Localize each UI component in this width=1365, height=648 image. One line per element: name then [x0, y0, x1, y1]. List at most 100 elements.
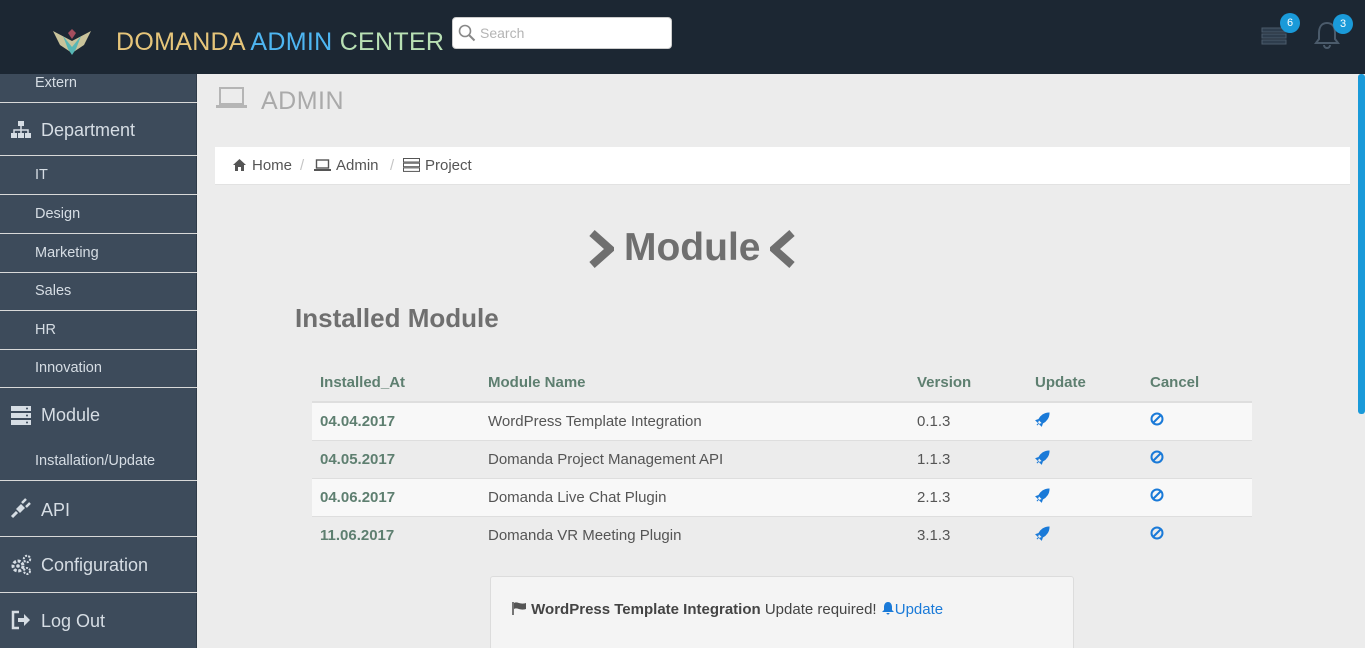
breadcrumb-home[interactable]: Home	[232, 157, 292, 174]
sidebar-item-label: IT	[35, 167, 48, 183]
sidebar-item-label: Marketing	[35, 245, 99, 261]
sidebar-item-api[interactable]: API	[0, 481, 197, 537]
installed-modules-table: Installed_At Module Name Version Update …	[312, 364, 1252, 554]
rocket-icon[interactable]	[1035, 487, 1050, 503]
sidebar-item-label: Sales	[35, 283, 72, 299]
version-cell: 3.1.3	[909, 515, 1027, 554]
update-notice-message: Update required!	[760, 601, 881, 618]
module-name-cell: Domanda Live Chat Plugin	[480, 477, 909, 516]
version-cell: 0.1.3	[909, 401, 1027, 440]
sidebar-item-label: Installation/Update	[35, 453, 156, 469]
ban-icon[interactable]	[1150, 488, 1164, 502]
installed-at-cell: 04.04.2017	[312, 401, 480, 440]
gears-icon	[11, 554, 32, 575]
column-header-version[interactable]: Version	[909, 364, 1027, 403]
module-name-cell: Domanda VR Meeting Plugin	[480, 515, 909, 554]
update-cell	[1027, 401, 1142, 440]
brand-title[interactable]: DOMANDA ADMIN CENTER	[116, 28, 444, 57]
sign-out-icon	[11, 610, 30, 630]
table-row: 11.06.2017 Domanda VR Meeting Plugin 3.1…	[312, 515, 1252, 554]
breadcrumb-project[interactable]: Project	[403, 157, 472, 174]
module-name-cell: Domanda Project Management API	[480, 439, 909, 478]
ban-icon[interactable]	[1150, 450, 1164, 464]
rocket-icon[interactable]	[1035, 526, 1050, 541]
search-input[interactable]	[480, 18, 665, 48]
search-icon	[458, 24, 476, 42]
breadcrumb-separator: /	[300, 157, 305, 174]
ban-icon[interactable]	[1150, 526, 1164, 540]
sidebar-item-innovation[interactable]: Innovation	[0, 349, 197, 388]
module-name-cell: WordPress Template Integration	[480, 401, 909, 440]
brand-word-admin: ADMIN	[250, 28, 333, 56]
vertical-scrollbar[interactable]	[1358, 74, 1365, 414]
module-title: Module	[624, 226, 761, 269]
sidebar-item-configuration[interactable]: Configuration	[0, 537, 197, 593]
sidebar-item-log-out[interactable]: Log Out	[0, 593, 197, 648]
table-row: 04.05.2017 Domanda Project Management AP…	[312, 439, 1252, 478]
cancel-cell	[1142, 401, 1252, 440]
chevron-right-icon	[589, 230, 614, 268]
top-bar: DOMANDA ADMIN CENTER 6 3	[0, 0, 1365, 74]
installed-module-heading: Installed Module	[295, 303, 499, 333]
sidebar-item-it[interactable]: IT	[0, 156, 197, 195]
cancel-cell	[1142, 439, 1252, 478]
installed-at-cell: 11.06.2017	[312, 515, 480, 554]
sidebar-item-label: Design	[35, 206, 81, 222]
laptop-icon	[314, 159, 331, 171]
update-link[interactable]: Update	[881, 601, 943, 618]
table-header-row: Installed_At Module Name Version Update …	[312, 364, 1252, 403]
search-box[interactable]	[452, 17, 672, 49]
chevron-left-icon	[770, 230, 795, 268]
column-header-module-name[interactable]: Module Name	[480, 364, 909, 403]
bell-icon	[881, 602, 894, 615]
update-cell	[1027, 477, 1142, 516]
column-header-update[interactable]: Update	[1027, 364, 1142, 403]
version-cell: 1.1.3	[909, 439, 1027, 478]
breadcrumb-admin-label: Admin	[336, 157, 379, 174]
sidebar-item-installation-update[interactable]: Installation/Update	[0, 441, 197, 481]
home-icon	[233, 159, 246, 171]
sidebar-item-extern[interactable]: Extern	[0, 64, 197, 103]
sidebar-item-design[interactable]: Design	[0, 195, 197, 234]
domanda-logo[interactable]	[51, 27, 93, 57]
notifications-badge: 3	[1333, 14, 1353, 34]
flag-icon	[512, 602, 526, 615]
cancel-cell	[1142, 515, 1252, 554]
breadcrumb-home-label: Home	[252, 157, 293, 174]
installed-at-cell: 04.06.2017	[312, 477, 480, 516]
sidebar-item-label: API	[41, 500, 71, 520]
table-row: 04.04.2017 WordPress Template Integratio…	[312, 401, 1252, 440]
rocket-icon[interactable]	[1035, 412, 1050, 427]
update-notice-module: WordPress Template Integration	[531, 601, 761, 618]
update-notice-line: WordPress Template Integration Update re…	[512, 601, 943, 618]
breadcrumb-admin[interactable]: Admin	[314, 157, 379, 174]
sidebar-item-label: Extern	[35, 75, 77, 91]
server-icon	[11, 406, 31, 425]
breadcrumb: Home / Admin / Project	[215, 147, 1350, 185]
version-cell: 2.1.3	[909, 477, 1027, 516]
sidebar-item-department[interactable]: Department	[0, 103, 197, 156]
sidebar-item-label: HR	[35, 322, 56, 338]
installed-at-cell: 04.05.2017	[312, 439, 480, 478]
update-notice: WordPress Template Integration Update re…	[490, 576, 1074, 648]
column-header-cancel[interactable]: Cancel	[1142, 364, 1252, 403]
rocket-icon[interactable]	[1035, 449, 1050, 465]
breadcrumb-project-label: Project	[425, 157, 472, 174]
ban-icon[interactable]	[1150, 412, 1164, 426]
sidebar-item-label: Innovation	[35, 360, 102, 376]
plug-icon	[10, 498, 31, 519]
sidebar-item-sales[interactable]: Sales	[0, 272, 197, 311]
sidebar-item-hr[interactable]: HR	[0, 311, 197, 350]
cancel-cell	[1142, 477, 1252, 516]
sitemap-icon	[11, 121, 31, 138]
sidebar-item-module[interactable]: Module	[0, 388, 197, 441]
sidebar-item-label: Configuration	[41, 555, 149, 575]
sidebar-item-marketing[interactable]: Marketing	[0, 234, 197, 273]
server-icon	[403, 158, 420, 172]
notifications-button[interactable]: 3	[1314, 14, 1353, 50]
sidebar-item-label: Log Out	[41, 611, 106, 631]
sidebar-item-label: Module	[41, 405, 101, 425]
column-header-installed-at[interactable]: Installed_At	[312, 364, 480, 403]
brand-word-center: CENTER	[339, 28, 445, 56]
messages-button[interactable]: 6	[1261, 13, 1300, 50]
